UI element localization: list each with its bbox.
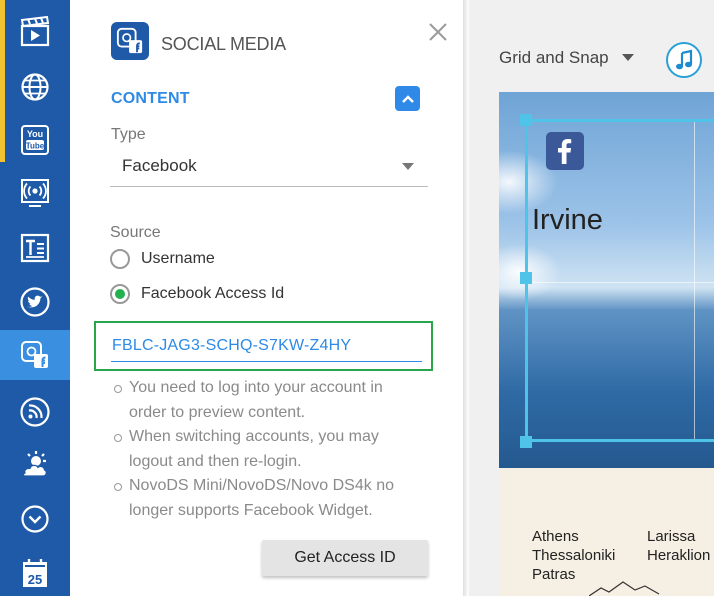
content-section-title: CONTENT (111, 90, 190, 107)
collapse-section-button[interactable] (395, 86, 420, 111)
source-option-access-id[interactable]: Facebook Access Id (110, 284, 284, 304)
note-item: NovoDS Mini/NovoDS/Novo DS4k no longer s… (114, 474, 414, 523)
type-label: Type (111, 126, 146, 143)
resize-handle[interactable] (520, 436, 532, 448)
sidebar-item-weather[interactable] (0, 440, 70, 490)
sidebar-item-youtube[interactable]: You Tube (0, 115, 70, 165)
radio-username[interactable] (110, 249, 130, 269)
close-icon (429, 23, 447, 41)
social-media-icon (21, 341, 48, 368)
clock-icon (21, 505, 49, 533)
type-select-value: Facebook (122, 156, 197, 175)
video-clapper-icon (20, 16, 50, 47)
sidebar-item-calendar[interactable]: 25 (0, 548, 70, 596)
radio-access-id[interactable] (110, 284, 130, 304)
calendar-icon: 25 (23, 559, 47, 587)
weather-icon (22, 451, 47, 477)
sidebar-item-text[interactable] (0, 223, 70, 273)
city-item: Patras (532, 566, 576, 583)
city-item: Thessaloniki (532, 547, 616, 564)
widget-divider (528, 282, 714, 283)
resize-handle[interactable] (520, 114, 532, 126)
sidebar-item-web[interactable] (0, 62, 70, 112)
globe-icon (21, 73, 49, 101)
facebook-icon (558, 139, 572, 164)
access-id-input-highlight (94, 321, 433, 371)
preview-canvas[interactable]: Irvine Athens Thessaloniki Patras Lariss… (499, 92, 714, 596)
caret-down-icon (402, 163, 414, 170)
get-access-id-button[interactable]: Get Access ID (262, 540, 428, 576)
music-note-icon (676, 49, 693, 70)
chevron-up-icon (401, 94, 414, 103)
radio-label-username: Username (141, 250, 215, 267)
live-stream-icon (21, 179, 49, 207)
svg-text:You: You (27, 129, 43, 139)
radio-label-access-id: Facebook Access Id (141, 285, 285, 302)
sidebar-item-live-stream[interactable] (0, 168, 70, 218)
source-option-username[interactable]: Username (110, 249, 215, 269)
mountain-sketch-icon (589, 581, 660, 596)
sidebar-item-twitter[interactable] (0, 277, 70, 327)
social-media-icon (116, 27, 143, 54)
text-icon (20, 233, 50, 263)
rss-icon (20, 397, 50, 427)
access-id-input[interactable] (111, 331, 422, 362)
source-label: Source (110, 224, 161, 241)
city-item: Heraklion (647, 547, 711, 564)
facebook-widget-icon (546, 132, 584, 170)
note-item: When switching accounts, you may logout … (114, 425, 414, 474)
grid-and-snap-dropdown[interactable]: Grid and Snap (499, 48, 634, 68)
sidebar-item-social-media[interactable] (0, 330, 70, 380)
svg-text:Tube: Tube (26, 142, 45, 151)
type-select[interactable]: Facebook (110, 150, 428, 187)
sidebar-item-video[interactable] (0, 7, 70, 57)
youtube-icon: You Tube (21, 125, 49, 155)
panel-logo (111, 22, 149, 60)
widget-divider (694, 122, 695, 439)
sidebar-item-rss[interactable] (0, 387, 70, 437)
notes-list: You need to log into your account in ord… (114, 376, 414, 523)
resize-handle[interactable] (520, 272, 532, 284)
editor-workspace: Grid and Snap Irvine Athens Thessaloniki… (469, 0, 714, 596)
sidebar-item-clock[interactable] (0, 494, 70, 544)
city-item: Larissa (647, 528, 696, 545)
twitter-icon (20, 287, 50, 317)
social-media-settings-panel: SOCIAL MEDIA CONTENT Type Facebook Sourc… (70, 0, 463, 596)
note-item: You need to log into your account in ord… (114, 376, 414, 425)
main-city: Irvine (532, 204, 603, 236)
widget-sidebar: You Tube 25 (0, 0, 70, 596)
city-item: Athens (532, 528, 579, 545)
close-button[interactable] (426, 20, 450, 44)
svg-text:25: 25 (28, 572, 42, 587)
grid-and-snap-label: Grid and Snap (499, 48, 609, 67)
panel-title: SOCIAL MEDIA (161, 34, 286, 54)
background-music-button[interactable] (666, 42, 702, 78)
caret-down-icon (621, 54, 634, 61)
